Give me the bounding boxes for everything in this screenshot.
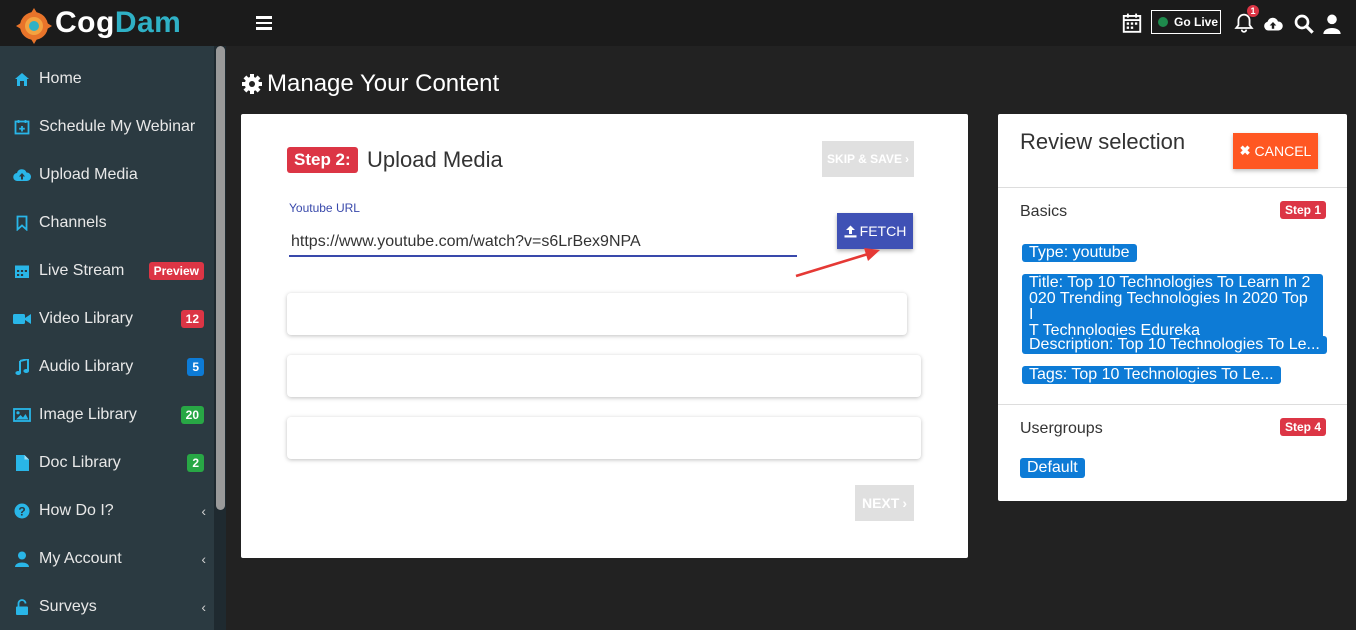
doc-count-badge: 2 xyxy=(187,454,204,472)
close-icon: ✖ xyxy=(1239,143,1251,158)
live-dot-icon xyxy=(1158,17,1168,27)
skip-and-save-button[interactable]: SKIP & SAVE › xyxy=(822,141,914,177)
sidebar-item-surveys[interactable]: Surveys ‹ xyxy=(0,583,214,630)
divider xyxy=(998,187,1347,188)
sidebar-item-channels[interactable]: Channels xyxy=(0,199,214,247)
sidebar-item-home[interactable]: Home xyxy=(0,55,214,103)
video-camera-icon xyxy=(13,310,31,328)
lock-open-icon xyxy=(13,598,31,616)
tags-chip: Tags: Top 10 Technologies To Le... xyxy=(1022,366,1281,384)
svg-text:?: ? xyxy=(18,504,25,518)
sidebar-scroll-thumb[interactable] xyxy=(216,46,225,510)
user-icon xyxy=(13,550,31,568)
sidebar-item-my-account[interactable]: My Account ‹ xyxy=(0,535,214,583)
blank-input-field[interactable] xyxy=(287,417,921,459)
basics-label: Basics xyxy=(1020,203,1068,220)
music-note-icon xyxy=(13,358,31,376)
sidebar-item-how-do-i[interactable]: ? How Do I? ‹ xyxy=(0,487,214,535)
sidebar-item-audio-library[interactable]: Audio Library 5 xyxy=(0,343,214,391)
document-icon xyxy=(13,454,31,472)
chevron-right-icon: › xyxy=(904,152,909,166)
calendar-icon[interactable] xyxy=(1122,13,1142,33)
top-bar: Go Live 1 xyxy=(226,0,1356,46)
question-circle-icon: ? xyxy=(13,502,31,520)
sidebar: CogDam Home Schedule My Webinar Upload M… xyxy=(0,0,226,630)
blank-input-field[interactable] xyxy=(287,293,907,335)
bookmark-icon xyxy=(13,214,31,232)
search-icon[interactable] xyxy=(1294,14,1314,34)
usergroup-chip: Default xyxy=(1020,458,1085,478)
chevron-right-icon: › xyxy=(902,495,907,511)
user-icon[interactable] xyxy=(1322,14,1342,34)
home-icon xyxy=(13,70,31,88)
image-count-badge: 20 xyxy=(180,406,204,424)
sidebar-item-doc-library[interactable]: Doc Library 2 xyxy=(0,439,214,487)
calendar-icon xyxy=(13,262,31,280)
audio-count-badge: 5 xyxy=(187,358,204,376)
usergroups-step-badge: Step 4 xyxy=(1280,418,1327,436)
chevron-left-icon: ‹ xyxy=(201,503,206,519)
youtube-url-input[interactable] xyxy=(289,229,797,257)
gear-icon xyxy=(242,74,262,94)
blank-input-field[interactable] xyxy=(287,355,921,397)
cogdam-logo-icon xyxy=(16,8,52,44)
sidebar-item-video-library[interactable]: Video Library 12 xyxy=(0,295,214,343)
basics-step-badge: Step 1 xyxy=(1280,201,1327,219)
sidebar-item-image-library[interactable]: Image Library 20 xyxy=(0,391,214,439)
step-title: Upload Media xyxy=(367,147,503,172)
image-icon xyxy=(13,406,31,424)
review-selection-card: Review selection ✖ CANCEL Basics Step 1 … xyxy=(998,114,1347,501)
cloud-upload-icon xyxy=(13,166,31,184)
next-button[interactable]: NEXT › xyxy=(855,485,914,521)
logo[interactable]: CogDam xyxy=(0,0,226,46)
sidebar-item-schedule-webinar[interactable]: Schedule My Webinar xyxy=(0,103,214,151)
page-title: Manage Your Content xyxy=(241,70,499,98)
menu-toggle-icon[interactable] xyxy=(256,16,272,30)
step-badge: Step 2: xyxy=(287,147,358,173)
type-chip: Type: youtube xyxy=(1022,244,1137,262)
youtube-url-label: Youtube URL xyxy=(289,201,360,215)
video-count-badge: 12 xyxy=(180,310,204,328)
divider xyxy=(998,404,1347,405)
chevron-left-icon: ‹ xyxy=(201,599,206,615)
upload-icon xyxy=(844,225,857,237)
chevron-left-icon: ‹ xyxy=(201,551,206,567)
title-chip: Title: Top 10 Technologies To Learn In 2… xyxy=(1022,274,1323,341)
sidebar-item-live-stream[interactable]: Live Stream Preview xyxy=(0,247,214,295)
upload-media-card: Step 2: Upload Media SKIP & SAVE › Youtub… xyxy=(241,114,968,558)
cloud-upload-icon[interactable] xyxy=(1263,14,1283,34)
calendar-plus-icon xyxy=(13,118,31,136)
go-live-label: Go Live xyxy=(1174,15,1219,29)
notification-count-badge: 1 xyxy=(1247,5,1259,17)
cancel-button[interactable]: ✖ CANCEL xyxy=(1233,133,1318,169)
annotation-arrow-icon xyxy=(795,248,880,278)
usergroups-label: Usergroups xyxy=(1020,420,1103,437)
preview-badge: Preview xyxy=(148,262,204,280)
sidebar-item-upload-media[interactable]: Upload Media xyxy=(0,151,214,199)
logo-text: CogDam xyxy=(55,6,182,39)
page-title-text: Manage Your Content xyxy=(267,70,500,97)
description-chip: Description: Top 10 Technologies To Le..… xyxy=(1022,336,1327,354)
review-title: Review selection xyxy=(1020,129,1186,154)
go-live-button[interactable]: Go Live xyxy=(1151,10,1221,34)
